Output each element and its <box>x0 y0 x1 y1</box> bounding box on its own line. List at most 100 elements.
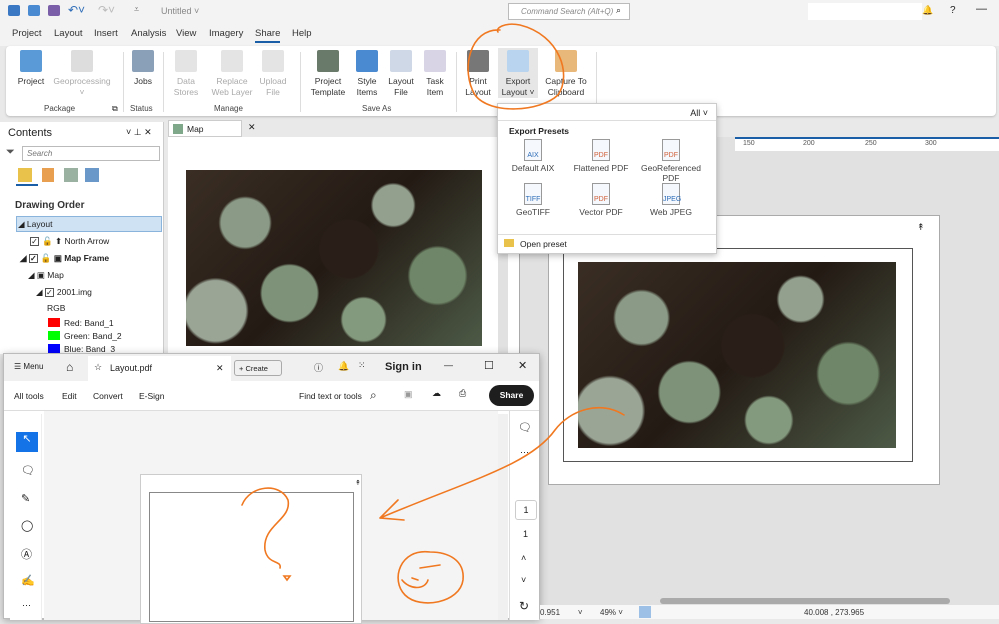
all-tools-button[interactable]: All tools <box>14 391 44 401</box>
preset-filter-dropdown[interactable]: All ˅ <box>690 108 708 118</box>
more-tools-icon[interactable]: ⋯ <box>22 600 31 611</box>
tab-close-icon[interactable]: ✕ <box>248 122 256 133</box>
data-stores-button[interactable]: Data Stores <box>168 50 204 98</box>
tree-item-raster[interactable]: ◢ ✓ 2001.img <box>36 287 92 298</box>
preset-geotiff[interactable]: TIFF GeoTIFF <box>498 183 568 217</box>
task-item-button[interactable]: Task Item <box>420 50 450 98</box>
map-frame[interactable] <box>563 248 913 462</box>
project-title[interactable]: Untitled <box>161 6 192 16</box>
maximize-button[interactable]: ☐ <box>484 359 494 372</box>
minimize-button[interactable]: — <box>444 360 453 370</box>
vertical-scrollbar[interactable] <box>498 414 508 620</box>
project-template-button[interactable]: Project Template <box>306 50 350 98</box>
more-icon[interactable]: ⋯ <box>520 447 529 458</box>
tab-insert[interactable]: Insert <box>94 28 118 39</box>
bell-icon[interactable]: 🔔 <box>338 361 349 372</box>
comments-icon[interactable]: 🗨 <box>518 421 532 434</box>
open-project-icon[interactable] <box>28 5 40 16</box>
new-project-icon[interactable] <box>8 5 20 16</box>
tab-layout-pdf[interactable]: ☆ Layout.pdf ✕ <box>88 356 231 381</box>
tree-item-map[interactable]: ◢ ▣ Map <box>28 270 64 281</box>
star-icon[interactable]: ☆ <box>94 362 102 373</box>
tab-share[interactable]: Share <box>255 28 281 43</box>
visibility-checkbox[interactable]: ✓ <box>44 288 54 298</box>
filter-icon[interactable]: ⏷ <box>6 146 15 159</box>
account-box[interactable] <box>808 3 922 20</box>
minimize-button[interactable]: — <box>976 3 987 15</box>
sign-in-button[interactable]: Sign in <box>385 361 422 373</box>
menu-button[interactable]: ☰ Menu <box>14 362 43 371</box>
capture-to-clipboard-button[interactable]: Capture To Clipboard <box>544 50 588 98</box>
document-area[interactable]: ↟ <box>44 411 498 624</box>
preset-flattened-pdf[interactable]: PDF Flattened PDF <box>566 139 636 173</box>
close-button[interactable]: ✕ <box>518 359 527 372</box>
tab-view[interactable]: View <box>176 28 196 39</box>
tab-imagery[interactable]: Imagery <box>209 28 243 39</box>
lasso-tool-icon[interactable]: ◯ <box>21 519 33 532</box>
tree-item-layout[interactable]: ◢ Layout <box>18 219 52 230</box>
rotate-icon[interactable]: ↻ <box>519 599 529 613</box>
contents-search-input[interactable]: Search <box>22 146 160 161</box>
search-icon[interactable]: ⌕ <box>616 5 621 16</box>
comment-tool-icon[interactable]: 🗨 <box>21 464 35 477</box>
home-icon[interactable]: ⌂ <box>66 360 73 374</box>
north-arrow-icon[interactable]: ↟ <box>917 222 925 233</box>
search-icon[interactable]: ⌕ <box>370 388 377 403</box>
help-icon[interactable]: ⓘ <box>314 361 323 374</box>
tab-map[interactable]: Map <box>168 120 242 137</box>
save-icon[interactable]: ▣ <box>404 389 413 400</box>
selection-order-icon[interactable] <box>42 168 54 182</box>
pen-tool-icon[interactable]: ✎ <box>21 492 30 505</box>
tree-item-north-arrow[interactable]: ✓ 🔓 ⬆ North Arrow <box>30 236 109 247</box>
jobs-button[interactable]: Jobs <box>128 50 158 87</box>
undo-icon[interactable]: ↶˅ <box>68 3 85 17</box>
geoprocessing-button[interactable]: Geoprocessing ˅ <box>52 50 112 98</box>
upload-file-button[interactable]: Upload File <box>258 50 288 98</box>
help-button[interactable]: ? <box>950 5 956 16</box>
visibility-checkbox[interactable]: ✓ <box>28 254 38 264</box>
preset-web-jpeg[interactable]: JPEG Web JPEG <box>636 183 706 217</box>
drawing-order-icon[interactable] <box>18 168 32 182</box>
pane-options-icon[interactable]: ˅ ⊥ ✕ <box>126 127 152 138</box>
select-tool-icon[interactable]: ↖ <box>16 432 38 452</box>
visibility-checkbox[interactable]: ✓ <box>30 237 39 247</box>
data-source-icon[interactable] <box>64 168 78 182</box>
save-icon[interactable] <box>48 5 60 16</box>
find-input[interactable]: Find text or tools <box>299 391 362 401</box>
page-down-icon[interactable]: ˅ <box>521 575 526 585</box>
apps-grid-icon[interactable]: ⁙ <box>358 360 366 371</box>
tab-analysis[interactable]: Analysis <box>131 28 166 39</box>
redo-icon[interactable]: ↷˅ <box>98 3 115 17</box>
dialog-launcher-icon[interactable]: ⧉ <box>112 104 118 114</box>
share-button[interactable]: Share <box>489 385 534 406</box>
command-search-input[interactable]: Command Search (Alt+Q) <box>508 3 630 20</box>
open-preset-button[interactable]: Open preset <box>504 239 567 249</box>
export-layout-button[interactable]: Export Layout ˅ <box>498 48 538 98</box>
map-view[interactable] <box>168 137 498 353</box>
layout-tool-icon[interactable] <box>639 606 651 618</box>
print-layout-button[interactable]: Print Layout <box>462 50 494 98</box>
esign-button[interactable]: E-Sign <box>139 391 165 401</box>
edit-button[interactable]: Edit <box>62 391 77 401</box>
snapping-icon[interactable] <box>85 168 99 182</box>
preset-vector-pdf[interactable]: PDF Vector PDF <box>566 183 636 217</box>
horizontal-scrollbar[interactable] <box>660 598 950 604</box>
layout-file-button[interactable]: Layout File <box>386 50 416 98</box>
replace-web-layer-button[interactable]: Replace Web Layer <box>210 50 254 98</box>
fill-sign-icon[interactable]: ✍ <box>21 574 35 587</box>
preset-default-aix[interactable]: AIX Default AIX <box>498 139 568 173</box>
customize-icon[interactable]: ⩡ <box>134 4 139 15</box>
scale-dropdown[interactable]: 0.951 ˅ <box>540 608 582 617</box>
close-tab-icon[interactable]: ✕ <box>216 363 224 374</box>
convert-button[interactable]: Convert <box>93 391 123 401</box>
page-up-icon[interactable]: ˄ <box>521 553 526 563</box>
package-project-button[interactable]: Project <box>12 50 50 87</box>
preset-georeferenced-pdf[interactable]: PDF GeoReferenced PDF <box>636 139 706 183</box>
tab-layout[interactable]: Layout <box>54 28 83 39</box>
tree-item-map-frame[interactable]: ◢ ✓ 🔓 ▣ Map Frame <box>20 253 109 264</box>
tab-help[interactable]: Help <box>292 28 312 39</box>
tab-project[interactable]: Project <box>12 28 42 39</box>
create-button[interactable]: + Create <box>234 360 282 376</box>
style-items-button[interactable]: Style Items <box>352 50 382 98</box>
text-tool-icon[interactable]: Ⓐ <box>21 546 32 562</box>
